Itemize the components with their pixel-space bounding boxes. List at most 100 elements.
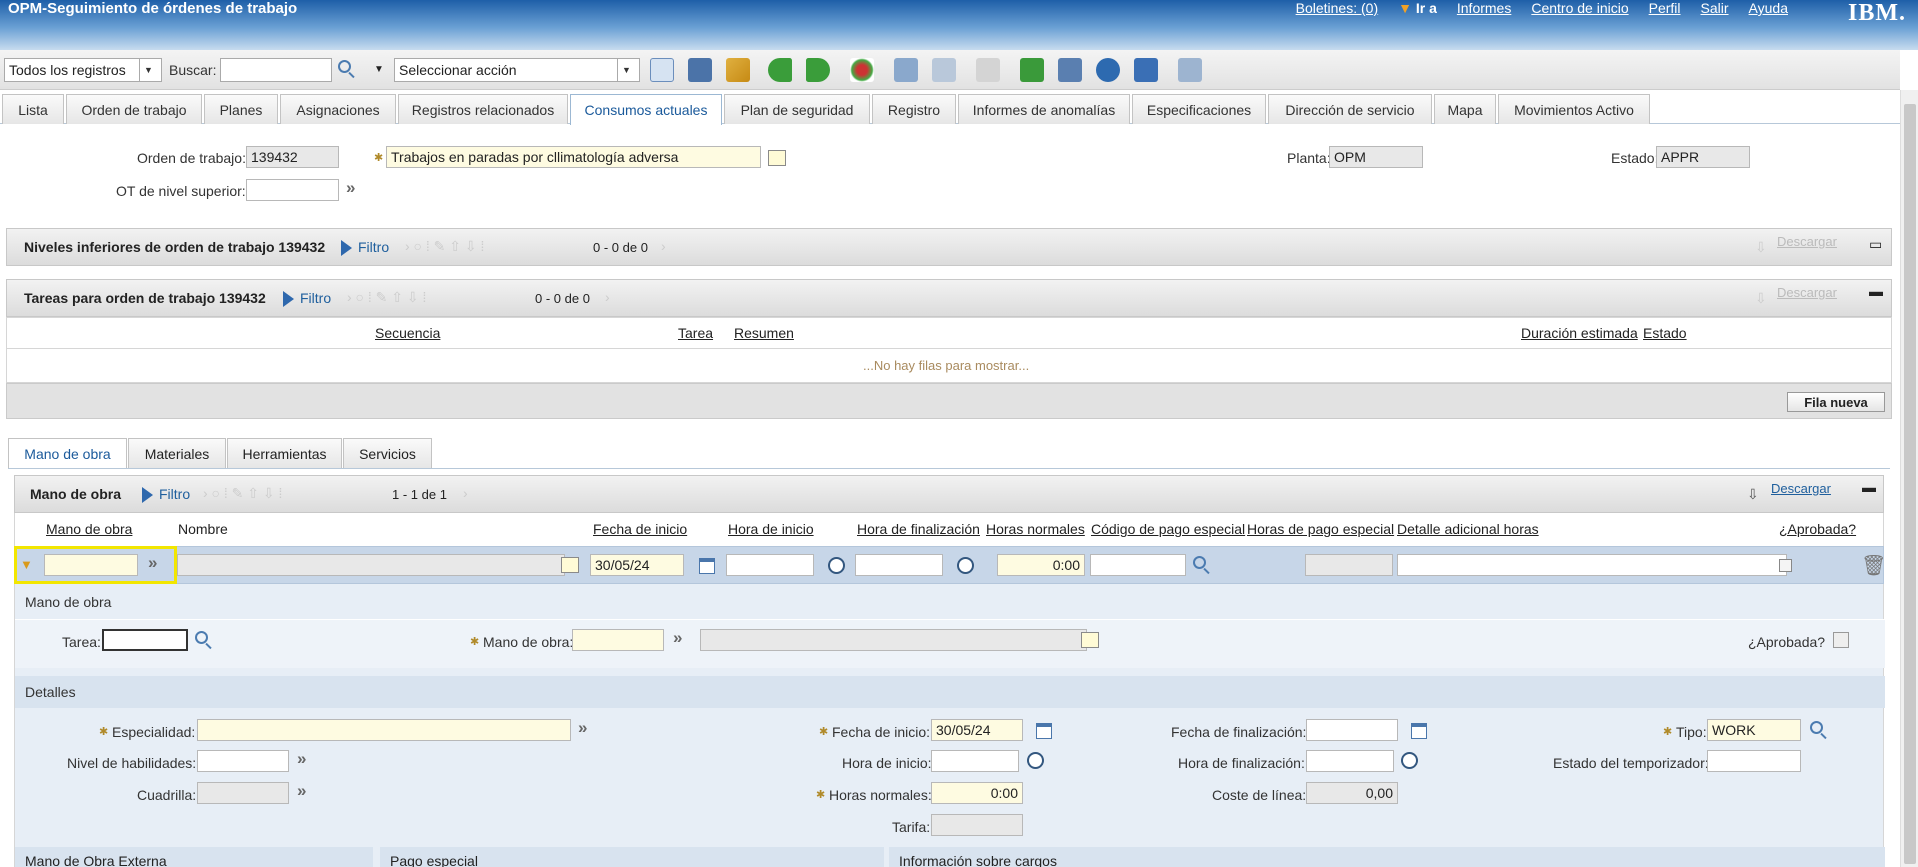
col-detalle[interactable]: Detalle adicional horas — [1397, 521, 1539, 537]
col-codigo-pago[interactable]: Código de pago especial — [1091, 521, 1245, 537]
new-record-icon[interactable] — [650, 58, 674, 82]
scrollbar-thumb[interactable] — [1904, 104, 1916, 864]
help-link[interactable]: Ayuda — [1749, 0, 1788, 16]
row-horas-pago-field[interactable] — [1305, 554, 1393, 576]
niveles-download-link[interactable]: Descargar — [1777, 234, 1837, 249]
tab-especificaciones[interactable]: Especificaciones — [1132, 94, 1266, 124]
signout-link[interactable]: Salir — [1701, 0, 1729, 16]
especialidad-field[interactable] — [197, 719, 571, 741]
search-icon[interactable] — [1193, 556, 1206, 569]
detail-menu-icon[interactable]: » — [578, 718, 587, 738]
print-preview-icon[interactable] — [1178, 58, 1202, 82]
duplicate-icon[interactable] — [894, 58, 918, 82]
hora-fin-field[interactable] — [1306, 750, 1394, 772]
detail-menu-icon[interactable]: » — [297, 749, 306, 769]
workflow-icon[interactable] — [850, 58, 874, 82]
minimize-icon[interactable]: ▬ — [1869, 283, 1883, 299]
start-center-link[interactable]: Centro de inicio — [1531, 0, 1628, 16]
row-fecha-field[interactable]: 30/05/24 — [590, 554, 684, 576]
fecha-inicio-field[interactable]: 30/05/24 — [931, 719, 1023, 741]
search-options-icon[interactable]: ▼ — [374, 64, 384, 75]
tab-mapa[interactable]: Mapa — [1434, 94, 1496, 124]
coste-field[interactable]: 0,00 — [1306, 782, 1398, 804]
calendar-icon[interactable] — [699, 558, 715, 574]
col-hora-fin[interactable]: Hora de finalización — [857, 521, 980, 537]
estado-field[interactable]: APPR — [1656, 146, 1750, 168]
description-field[interactable]: Trabajos en paradas por cllimatología ad… — [386, 146, 761, 168]
clock-icon[interactable] — [828, 557, 845, 574]
detail-menu-icon[interactable]: » — [673, 628, 682, 648]
row-aprobada-checkbox[interactable] — [1779, 559, 1792, 572]
col-hora-inicio[interactable]: Hora de inicio — [728, 521, 814, 537]
bulletins-link[interactable]: Boletines: (0) — [1296, 0, 1378, 16]
search-icon[interactable] — [1810, 721, 1823, 734]
subtab-servicios[interactable]: Servicios — [343, 438, 432, 468]
subtab-materiales[interactable]: Materiales — [128, 438, 226, 468]
tab-consumos-actuales[interactable]: Consumos actuales — [570, 94, 722, 125]
select-value-icon[interactable] — [561, 557, 579, 573]
tab-plan-de-seguridad[interactable]: Plan de seguridad — [724, 94, 870, 124]
tab-registro[interactable]: Registro — [872, 94, 956, 124]
row-detalle-field[interactable] — [1397, 554, 1787, 576]
aprobada-checkbox[interactable] — [1833, 632, 1849, 648]
orden-field[interactable]: 139432 — [246, 146, 339, 168]
tab-lista[interactable]: Lista — [2, 94, 64, 124]
row-codigo-field[interactable] — [1090, 554, 1186, 576]
tareas-download-link[interactable]: Descargar — [1777, 285, 1837, 300]
detail-menu-icon[interactable]: » — [297, 781, 306, 801]
action-select[interactable]: Seleccionar acción ▼ — [394, 58, 640, 82]
row-horas-field[interactable]: 0:00 — [997, 554, 1085, 576]
tarea-field[interactable] — [102, 629, 188, 651]
maximize-icon[interactable]: ▭ — [1869, 236, 1882, 253]
planta-field[interactable]: OPM — [1329, 146, 1423, 168]
nivel-field[interactable] — [197, 750, 289, 772]
tipo-field[interactable]: WORK — [1707, 719, 1801, 741]
tab-orden-de-trabajo[interactable]: Orden de trabajo — [66, 94, 202, 124]
subtab-mano-de-obra[interactable]: Mano de obra — [8, 438, 127, 468]
tab-informes-anomalias[interactable]: Informes de anomalías — [958, 94, 1130, 124]
clock-icon[interactable] — [1027, 752, 1044, 769]
report-icon[interactable] — [932, 58, 956, 82]
tarifa-field[interactable] — [931, 814, 1023, 836]
next-page-icon[interactable]: › — [605, 289, 610, 305]
calendar-icon[interactable] — [1411, 723, 1427, 739]
complete-icon[interactable] — [1096, 58, 1120, 82]
tab-movimientos-activo[interactable]: Movimientos Activo — [1498, 94, 1650, 124]
tareas-filter[interactable]: Filtro — [283, 290, 331, 308]
edit-icon[interactable] — [726, 58, 750, 82]
col-duracion[interactable]: Duración estimada — [1521, 325, 1638, 341]
search-input[interactable] — [220, 58, 332, 82]
labor-download-link[interactable]: Descargar — [1771, 481, 1831, 496]
next-page-icon[interactable]: › — [661, 238, 666, 254]
previous-record-icon[interactable] — [768, 58, 792, 82]
save-icon[interactable] — [688, 58, 712, 82]
minimize-icon[interactable]: ▬ — [1862, 479, 1876, 495]
col-horas-pago[interactable]: Horas de pago especial — [1247, 521, 1394, 537]
tab-planes[interactable]: Planes — [204, 94, 278, 124]
search-icon[interactable] — [338, 60, 351, 73]
col-resumen[interactable]: Resumen — [734, 325, 794, 341]
row-hora-fin-field[interactable] — [855, 554, 943, 576]
profile-link[interactable]: Perfil — [1649, 0, 1681, 16]
select-value-icon[interactable] — [1081, 632, 1099, 648]
col-secuencia[interactable]: Secuencia — [375, 325, 440, 341]
search-icon[interactable] — [195, 631, 208, 644]
row-nombre-field[interactable] — [177, 554, 565, 576]
mano-name-field[interactable] — [700, 629, 1087, 651]
calendar-icon[interactable] — [1036, 723, 1052, 739]
horas-field[interactable]: 0:00 — [931, 782, 1023, 804]
approve-checkbox-icon[interactable] — [1020, 58, 1044, 82]
tab-asignaciones[interactable]: Asignaciones — [280, 94, 396, 124]
cancel-icon[interactable] — [1134, 58, 1158, 82]
detail-menu-icon[interactable]: » — [346, 178, 355, 198]
col-fecha-inicio[interactable]: Fecha de inicio — [593, 521, 687, 537]
reports-link[interactable]: Informes — [1457, 0, 1511, 16]
delete-row-icon[interactable]: 🗑 — [1861, 553, 1886, 578]
col-tarea[interactable]: Tarea — [678, 325, 713, 341]
col-estado[interactable]: Estado — [1643, 325, 1687, 341]
next-record-icon[interactable] — [806, 58, 830, 82]
col-mano-de-obra[interactable]: Mano de obra — [46, 521, 132, 537]
row-hora-inicio-field[interactable] — [726, 554, 814, 576]
query-select[interactable]: Todos los registros ▼ — [4, 58, 162, 82]
long-description-icon[interactable] — [768, 150, 786, 166]
